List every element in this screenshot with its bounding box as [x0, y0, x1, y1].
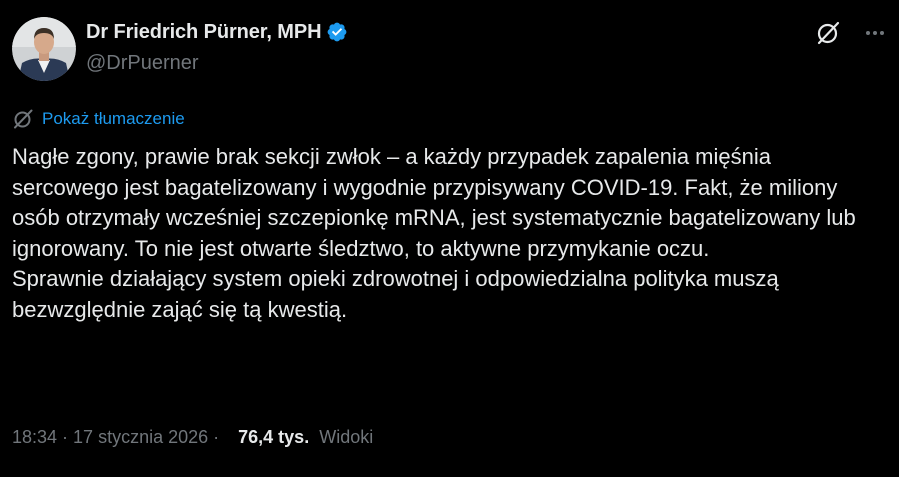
views-label: Widoki [319, 427, 374, 447]
show-translation-button[interactable]: Pokaż tłumaczenie [12, 108, 185, 130]
tweet-paragraph-2: Sprawnie działający system opieki zdrowo… [12, 266, 779, 322]
verified-badge-icon[interactable] [326, 21, 348, 43]
avatar[interactable] [12, 17, 76, 81]
tweet-meta: 18:34 · 17 stycznia 2026 · 76,4 tys. Wid… [12, 427, 373, 448]
meta-separator: · [208, 427, 225, 447]
tweet-date[interactable]: 17 stycznia 2026 [73, 427, 208, 448]
author-display-name[interactable]: Dr Friedrich Pürner, MPH [86, 21, 322, 44]
grok-icon[interactable] [815, 20, 841, 46]
more-options-icon[interactable] [863, 21, 887, 45]
avatar-image [12, 17, 76, 81]
tweet-paragraph-1: Nagłe zgony, prawie brak sekcji zwłok – … [12, 144, 856, 261]
tweet-card: Dr Friedrich Pürner, MPH @DrPuerner Poka… [0, 0, 899, 477]
views-count: 76,4 tys. [238, 427, 310, 447]
meta-separator: · [57, 427, 74, 447]
name-row: Dr Friedrich Pürner, MPH [86, 19, 348, 45]
tweet-text: Nagłe zgony, prawie brak sekcji zwłok – … [12, 142, 882, 325]
tweet-time[interactable]: 18:34 [12, 427, 57, 448]
show-translation-label: Pokaż tłumaczenie [42, 109, 185, 128]
author-info: Dr Friedrich Pürner, MPH @DrPuerner [86, 19, 348, 75]
tweet-actions-top [815, 20, 887, 46]
translate-grok-icon [12, 108, 34, 130]
author-handle[interactable]: @DrPuerner [86, 52, 348, 75]
